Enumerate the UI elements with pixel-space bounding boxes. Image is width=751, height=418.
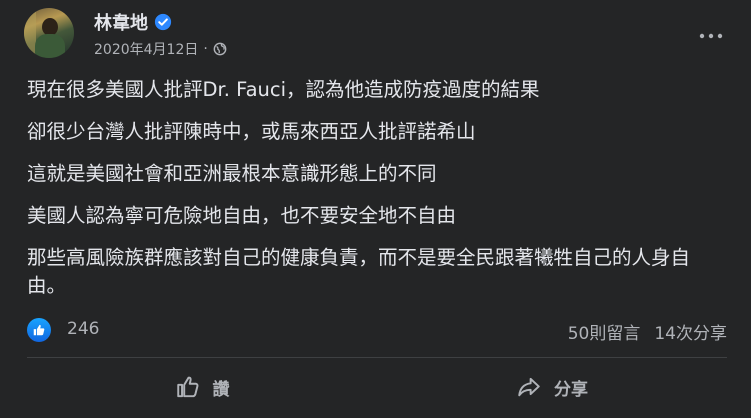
like-button[interactable]: 讚 bbox=[27, 362, 377, 412]
engagement-counts: 50則留言 14次分享 bbox=[568, 319, 727, 344]
facebook-post: 林韋地 2020年4月12日 · 現在很多美國人批評Dr. Fauci，認為他造… bbox=[0, 0, 751, 418]
author-row: 林韋地 bbox=[94, 10, 172, 34]
post-actions: 讚 分享 bbox=[27, 362, 727, 412]
like-count[interactable]: 246 bbox=[67, 319, 99, 339]
post-paragraph: 卻很少台灣人批評陳時中，或馬來西亞人批評諾希山 bbox=[27, 120, 476, 143]
thumbs-up-icon bbox=[176, 376, 198, 398]
share-count[interactable]: 14次分享 bbox=[654, 319, 727, 344]
share-arrow-icon bbox=[518, 377, 540, 397]
verified-badge-icon bbox=[154, 13, 172, 31]
share-button[interactable]: 分享 bbox=[377, 362, 727, 412]
author-name[interactable]: 林韋地 bbox=[94, 9, 148, 35]
meta-separator: · bbox=[203, 41, 208, 57]
post-header: 林韋地 2020年4月12日 · bbox=[24, 8, 729, 58]
post-text: 現在很多美國人批評Dr. Fauci，認為他造成防疫過度的結果 卻很少台灣人批評… bbox=[27, 76, 727, 300]
share-label: 分享 bbox=[554, 379, 588, 400]
like-reaction-icon[interactable] bbox=[27, 318, 51, 342]
post-paragraph: 那些高風險族群應該對自己的健康負責，而不是要全民跟著犧牲自己的人身自由。 bbox=[27, 246, 691, 297]
post-meta: 2020年4月12日 · bbox=[94, 40, 227, 58]
post-paragraph: 美國人認為寧可危險地自由，也不要安全地不自由 bbox=[27, 204, 457, 227]
globe-icon bbox=[213, 42, 227, 56]
divider bbox=[27, 357, 727, 358]
more-options-icon[interactable] bbox=[693, 18, 729, 54]
post-paragraph: 現在很多美國人批評Dr. Fauci，認為他造成防疫過度的結果 bbox=[27, 78, 540, 101]
post-paragraph: 這就是美國社會和亞洲最根本意識形態上的不同 bbox=[27, 162, 437, 185]
comment-count[interactable]: 50則留言 bbox=[568, 319, 641, 344]
like-label: 讚 bbox=[212, 379, 230, 400]
reaction-stats: 246 50則留言 14次分享 bbox=[27, 316, 727, 344]
avatar[interactable] bbox=[24, 8, 74, 58]
post-date[interactable]: 2020年4月12日 bbox=[94, 39, 198, 59]
